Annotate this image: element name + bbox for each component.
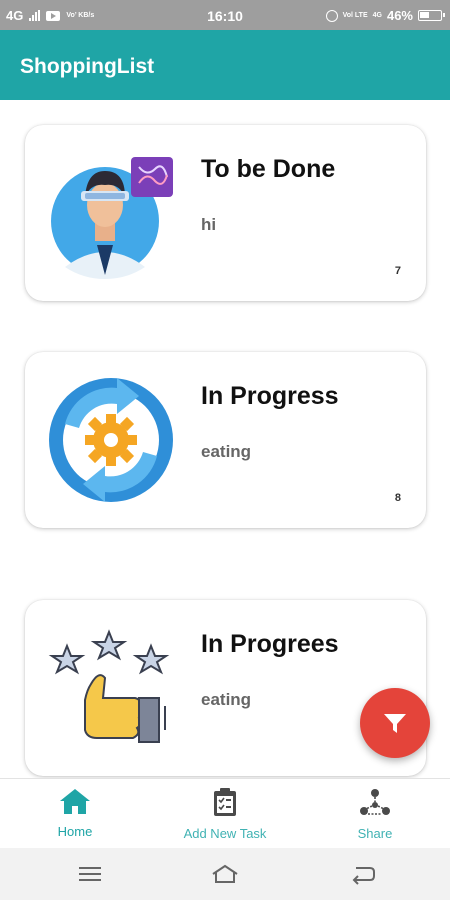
- thumbs-up-stars-icon: [48, 629, 170, 743]
- card-subtitle: eating: [201, 442, 252, 461]
- bottom-nav: Home Add New Task Share: [0, 778, 450, 848]
- card-title: In Progrees: [201, 630, 339, 658]
- scientist-vr-avatar-icon: [51, 157, 173, 279]
- home-icon: [60, 789, 90, 814]
- card-subtitle: eating: [201, 690, 252, 709]
- app-bar: ShoppingList: [0, 30, 450, 100]
- card-count: 7: [394, 265, 401, 277]
- network-right-label: 4G: [372, 12, 382, 19]
- volte-label: Vol LTE: [342, 12, 368, 19]
- clipboard-icon: [214, 788, 236, 816]
- filter-button[interactable]: [360, 688, 430, 758]
- menu-icon[interactable]: [75, 862, 105, 886]
- alarm-icon: [325, 9, 338, 22]
- battery-icon: [418, 10, 445, 21]
- card-count: 8: [394, 492, 401, 504]
- task-card-to-be-done[interactable]: To be Done hi 7: [25, 125, 426, 301]
- app-title: ShoppingList: [20, 55, 155, 78]
- nav-share[interactable]: Share: [315, 787, 435, 841]
- battery-percent: 46%: [386, 8, 413, 23]
- card-subtitle: hi: [201, 215, 217, 234]
- card-title: In Progress: [201, 382, 339, 410]
- gear-cycle-icon: [49, 378, 173, 502]
- back-icon[interactable]: [348, 862, 378, 886]
- nav-home-label: Home: [57, 824, 93, 839]
- nav-add-new-task-label: Add New Task: [183, 826, 267, 841]
- task-card-in-progrees[interactable]: In Progrees eating: [25, 600, 426, 776]
- system-nav-bar: [0, 848, 450, 900]
- card-title: To be Done: [201, 155, 336, 183]
- status-right: Vol LTE 4G 46%: [325, 8, 445, 23]
- status-bar: 4G Vo’ KB/s 16:10 Vol LTE 4G 46%: [0, 0, 450, 30]
- task-card-in-progress[interactable]: In Progress eating 8: [25, 352, 426, 528]
- filter-icon: [384, 714, 406, 733]
- share-network-icon: [360, 789, 390, 815]
- nav-add-new-task[interactable]: Add New Task: [165, 787, 285, 841]
- home-system-icon[interactable]: [210, 862, 240, 886]
- nav-share-label: Share: [357, 826, 393, 841]
- nav-home[interactable]: Home: [15, 787, 135, 839]
